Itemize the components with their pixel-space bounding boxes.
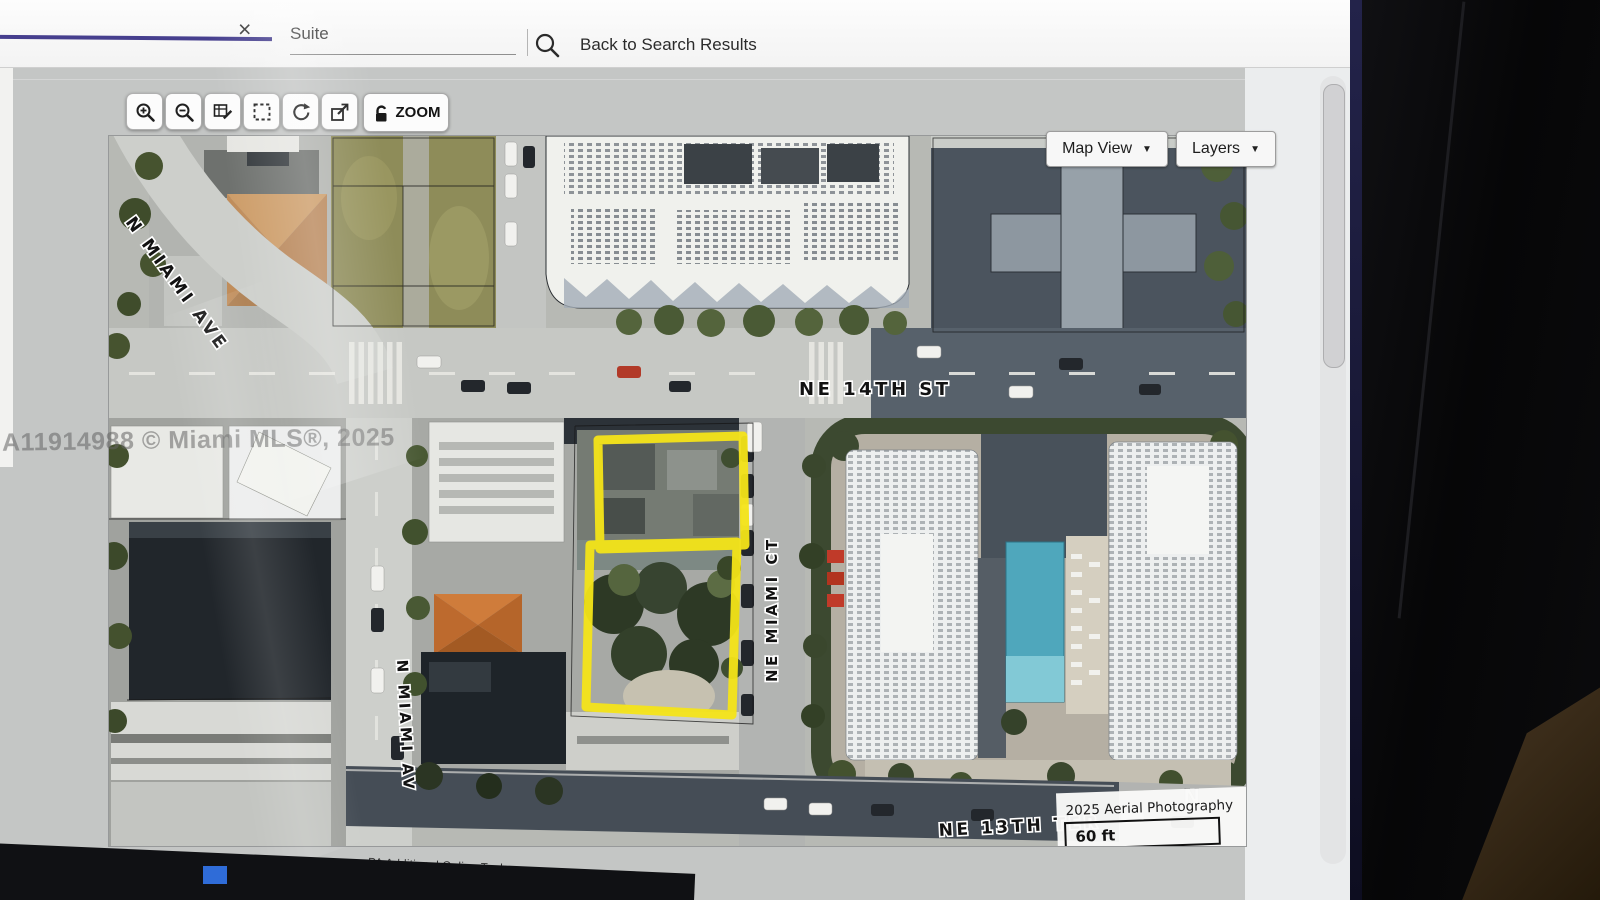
red-awnings [827, 550, 844, 607]
map-toolbar: ZOOM [126, 93, 449, 132]
zoom-in-icon [134, 101, 156, 123]
zoom-button-label: ZOOM [396, 104, 441, 121]
app-header: × Suite Back to Search Results [0, 0, 1362, 68]
map-view-dropdown[interactable]: Map View ▼ [1046, 131, 1168, 167]
block-condo-complex [821, 424, 1246, 796]
active-tab-indicator [0, 35, 272, 41]
rotate-arrow-icon [290, 101, 312, 123]
close-icon[interactable]: × [238, 16, 251, 43]
aerial-map[interactable]: NE 14TH ST N MIAMI AVE N MIAMI AV NE MIA… [108, 135, 1247, 847]
street-label-ne-miami-ct: NE MIAMI CT [763, 536, 781, 682]
swimming-pool [1006, 542, 1064, 702]
zoom-lock-button[interactable]: ZOOM [363, 93, 449, 132]
page-edge [0, 67, 13, 467]
zoom-in-button[interactable] [126, 93, 163, 130]
block-vacant-lots [331, 136, 496, 328]
map-view-label: Map View [1062, 140, 1132, 158]
taskbar-icon [203, 866, 227, 884]
select-area-button[interactable] [243, 93, 280, 130]
app-screen: × Suite Back to Search Results [0, 0, 1362, 900]
map-attribution-panel: 2025 Aerial Photography 60 ft [1056, 787, 1246, 846]
layers-dropdown[interactable]: Layers ▼ [1176, 131, 1276, 167]
scrollbar-thumb[interactable] [1323, 84, 1345, 368]
building-top-center [546, 136, 909, 308]
reset-rotation-button[interactable] [282, 93, 319, 130]
marquee-select-icon [251, 101, 273, 123]
street-label-ne-14th-st: NE 14TH ST [799, 379, 952, 400]
monitor-edge [1350, 0, 1362, 900]
layers-label: Layers [1192, 140, 1240, 158]
chevron-down-icon: ▼ [1142, 144, 1152, 155]
back-to-results-link[interactable]: Back to Search Results [580, 35, 757, 55]
chevron-down-icon: ▼ [1250, 144, 1260, 155]
field-divider [527, 29, 528, 56]
panel-divider [0, 79, 1300, 80]
open-padlock-icon [372, 103, 391, 123]
zoom-out-icon [173, 101, 195, 123]
block-center [411, 418, 745, 796]
block-mid-left [109, 418, 346, 846]
parking-strip [496, 136, 546, 328]
search-icon[interactable] [532, 30, 562, 60]
monitor-photo: × Suite Back to Search Results [0, 0, 1600, 900]
grid-pencil-icon [212, 101, 234, 123]
search-input[interactable]: Suite [290, 24, 516, 55]
measure-grid-button[interactable] [204, 93, 241, 130]
mls-watermark: A11914988 © Miami MLS®, 2025 [2, 423, 395, 457]
scale-label: 60 ft [1075, 826, 1115, 845]
export-icon [329, 101, 351, 123]
zoom-out-button[interactable] [165, 93, 202, 130]
export-view-button[interactable] [321, 93, 358, 130]
